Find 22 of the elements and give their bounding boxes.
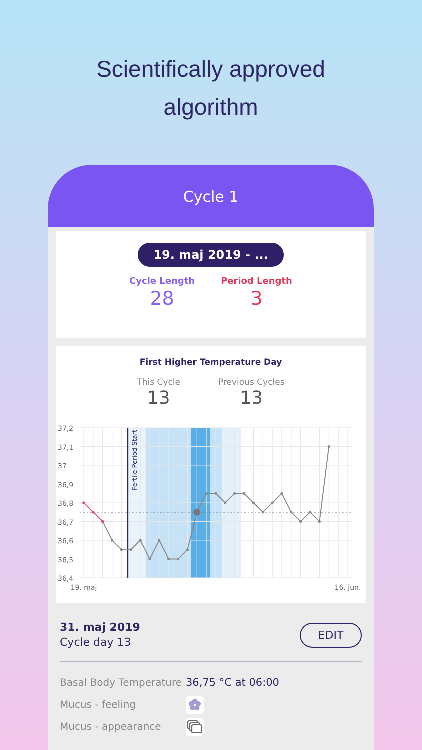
stat-label: Cycle Length (130, 277, 196, 287)
edit-button[interactable]: EDIT (300, 622, 362, 648)
stat-value: 13 (240, 388, 264, 410)
stat-label: Previous Cycles (218, 378, 285, 388)
stat-value: 28 (150, 287, 174, 311)
detail-value: 36,75 °C at 06:00 (186, 677, 280, 689)
stat-value: 13 (147, 388, 170, 410)
squares-icon (186, 718, 204, 736)
stat-value: 3 (250, 287, 263, 311)
detail-label: Mucus - feeling (60, 700, 138, 710)
stat-label: This Cycle (137, 378, 180, 388)
screen-title: Cycle 1 (183, 188, 239, 206)
flower-icon (186, 696, 204, 714)
headline: Scientifically approved algorithm (96, 55, 326, 122)
cycle-day: Cycle day 13 (60, 636, 140, 649)
stat-label: Period Length (221, 277, 292, 287)
detail-label: Basal Body Temperature (60, 678, 184, 688)
date-range-button[interactable]: 19. maj 2019 - ... (138, 243, 284, 267)
detail-label: Mucus - appearance (60, 722, 162, 732)
card-title: First Higher Temperature Day (138, 358, 284, 368)
marked-point (194, 508, 201, 516)
day-date: 31. maj 2019 (60, 621, 140, 634)
